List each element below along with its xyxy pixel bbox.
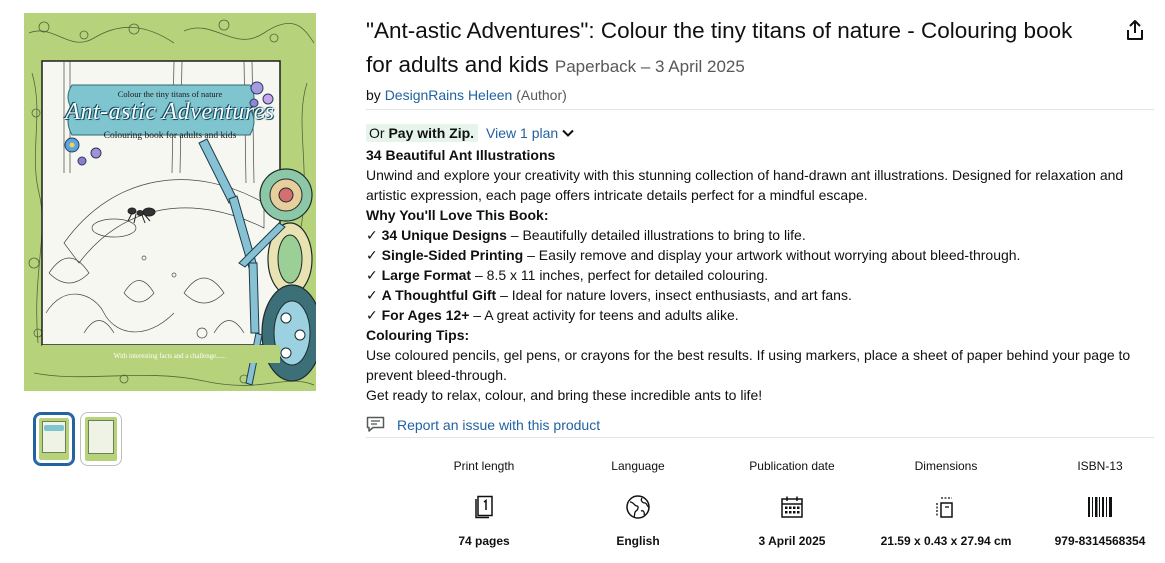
love-heading: Why You'll Love This Book: (366, 207, 549, 223)
attr-label: Publication date (749, 459, 835, 473)
cover-title: Ant-astic Adventures (65, 99, 275, 125)
bullet-item: ✓ A Thoughtful Gift – Ideal for nature l… (366, 285, 1146, 305)
attr-value: 21.59 x 0.43 x 27.94 cm (880, 534, 1012, 548)
attr-icon-wrap (561, 489, 715, 525)
bullet-title: Single-Sided Printing (381, 247, 524, 263)
bullet-item: ✓ For Ages 12+ – A great activity for te… (366, 305, 1146, 325)
attr-value: 3 April 2025 (758, 534, 826, 548)
check-icon: ✓ (366, 227, 378, 243)
book-pages-icon (475, 495, 493, 519)
bullet-title: Large Format (381, 267, 472, 283)
zip-badge: Or Pay with Zip. (366, 124, 479, 142)
report-issue-label: Report an issue with this product (397, 416, 601, 433)
product-description: 34 Beautiful Ant Illustrations Unwind an… (366, 145, 1146, 405)
check-icon: ✓ (366, 267, 378, 283)
dimensions-icon (936, 497, 953, 518)
attr-isbn: ISBN-13 979-8314568354 (1023, 459, 1165, 549)
zip-or: Or (369, 125, 385, 141)
divider-bottom (366, 437, 1154, 438)
thumbnail-1[interactable] (33, 412, 75, 466)
product-binding: Paperback – 3 April 2025 (554, 57, 745, 76)
attr-value: 979-8314568354 (1054, 534, 1146, 548)
attr-icon-wrap (1023, 489, 1165, 525)
product-attributes: Print length 74 pages Language English P… (407, 459, 1165, 549)
attr-label: Dimensions (914, 459, 978, 473)
thumbnail-strip (33, 412, 122, 466)
chevron-down-icon (562, 129, 574, 137)
thumbnail-banner (44, 425, 64, 431)
attr-label: ISBN-13 (1077, 459, 1123, 473)
attr-value: English (616, 534, 660, 548)
attr-label: Print length (453, 459, 515, 473)
bullet-item: ✓ Large Format – 8.5 x 11 inches, perfec… (366, 265, 1146, 285)
cover-subtitle-top: Colour the tiny titans of nature (117, 89, 223, 99)
globe-icon (626, 495, 650, 519)
bullet-text: – Beautifully detailed illustrations to … (506, 227, 806, 243)
tips-text: Use coloured pencils, gel pens, or crayo… (366, 347, 1131, 383)
zip-payment-row: Or Pay with Zip. View 1 plan (366, 124, 574, 142)
calendar-icon (781, 496, 803, 518)
cover-footer-text: With interesting facts and a challenge..… (113, 353, 227, 360)
check-icon: ✓ (366, 287, 378, 303)
divider-top (366, 109, 1154, 110)
bullet-text: – A great activity for teens and adults … (469, 307, 739, 323)
view-plan-label: View 1 plan (486, 125, 559, 141)
share-button[interactable] (1117, 12, 1153, 48)
product-cover-image[interactable]: Colour the tiny titans of nature Ant-ast… (24, 13, 316, 391)
cover-artwork (24, 13, 316, 391)
barcode-icon (1088, 497, 1112, 517)
bullet-text: – 8.5 x 11 inches, perfect for detailed … (471, 267, 769, 283)
attr-icon-wrap (407, 489, 561, 525)
check-icon: ✓ (366, 307, 378, 323)
zip-label: Pay with Zip. (388, 125, 475, 141)
description-heading: 34 Beautiful Ant Illustrations (366, 147, 556, 163)
bullet-title: For Ages 12+ (381, 307, 470, 323)
author-link[interactable]: DesignRains Heleen (385, 87, 513, 103)
attr-dimensions: Dimensions 21.59 x 0.43 x 27.94 cm (869, 459, 1023, 549)
attr-icon-wrap (869, 489, 1023, 525)
cover-subtitle-bottom: Colouring book for adults and kids (103, 131, 237, 141)
bullet-text: – Ideal for nature lovers, insect enthus… (496, 287, 852, 303)
check-icon: ✓ (366, 247, 378, 263)
closing-text: Get ready to relax, colour, and bring th… (366, 387, 763, 403)
bullet-text: – Easily remove and display your artwork… (523, 247, 1021, 263)
view-plan-link[interactable]: View 1 plan (486, 125, 574, 141)
attr-print-length: Print length 74 pages (407, 459, 561, 549)
attr-value: 74 pages (458, 534, 510, 548)
attr-label: Language (611, 459, 665, 473)
thumbnail-image (39, 418, 69, 460)
byline: by DesignRains Heleen (Author) (366, 87, 567, 103)
bullet-title: A Thoughtful Gift (381, 287, 497, 303)
product-title: "Ant-astic Adventures": Colour the tiny … (366, 14, 1086, 84)
description-intro: Unwind and explore your creativity with … (366, 167, 1124, 203)
report-issue-link[interactable]: Report an issue with this product (366, 416, 600, 433)
bullet-item: ✓ Single-Sided Printing – Easily remove … (366, 245, 1146, 265)
thumbnail-2[interactable] (80, 412, 122, 466)
share-icon (1127, 20, 1143, 40)
bullet-title: 34 Unique Designs (381, 227, 507, 243)
attr-icon-wrap (715, 489, 869, 525)
thumbnail-image (85, 417, 117, 461)
tips-heading: Colouring Tips: (366, 327, 470, 343)
attr-publication-date: Publication date 3 April 2025 (715, 459, 869, 549)
attr-language: Language English (561, 459, 715, 549)
by-label: by (366, 87, 381, 103)
author-role: (Author) (516, 87, 567, 103)
report-flag-icon (366, 416, 385, 432)
bullet-item: ✓ 34 Unique Designs – Beautifully detail… (366, 225, 1146, 245)
thumbnail-inner (88, 420, 114, 454)
